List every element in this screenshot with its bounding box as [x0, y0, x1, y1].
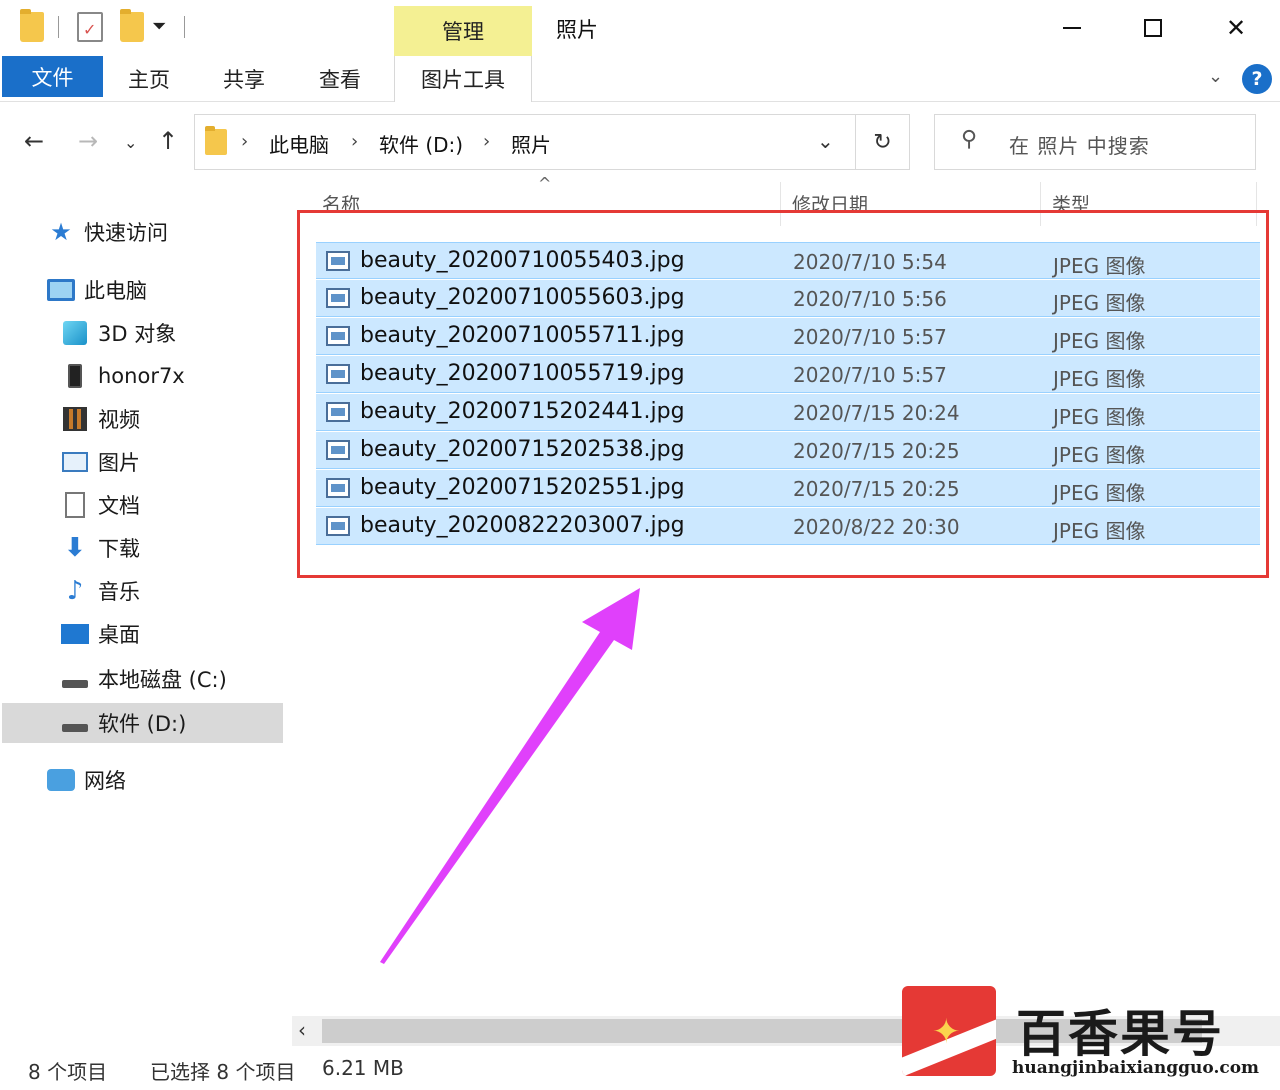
close-button[interactable]: ✕	[1214, 8, 1258, 48]
sidebar-item-honor7x[interactable]: honor7x	[60, 356, 185, 396]
computer-icon	[47, 279, 75, 301]
tab-file[interactable]: 文件	[2, 56, 103, 97]
up-arrow-icon[interactable]: ↑	[158, 127, 178, 155]
search-input[interactable]: 在 照片 中搜索	[1009, 130, 1150, 159]
sidebar-item-label: 视频	[98, 408, 140, 432]
video-icon	[63, 407, 87, 431]
quick-access-separator	[58, 16, 59, 38]
watermark-url: huangjinbaixiangguo.com	[1012, 1058, 1260, 1078]
folder-icon	[205, 126, 227, 155]
sidebar-item-label: 音乐	[98, 580, 140, 604]
sidebar-item-label: 文档	[98, 494, 140, 518]
manage-context-tab[interactable]: 管理	[394, 6, 532, 56]
navigation-bar: ← → ⌄ ↑ › 此电脑 › 软件 (D:) › 照片 ⌄ ↻ ⚲ 在 照片 …	[0, 103, 1280, 179]
sidebar-item-label: 3D 对象	[98, 322, 177, 346]
breadcrumb-separator: ›	[351, 131, 359, 152]
search-icon: ⚲	[961, 127, 978, 152]
sidebar-item-music[interactable]: ♪ 音乐	[60, 571, 140, 611]
sidebar-item-quick-access[interactable]: ★ 快速访问	[46, 212, 168, 252]
scroll-left-icon[interactable]: ‹	[298, 1018, 306, 1042]
highlight-box	[297, 210, 1269, 578]
drive-icon	[62, 724, 88, 732]
forward-arrow-icon[interactable]: →	[78, 127, 98, 155]
sidebar-item-label: 此电脑	[84, 279, 147, 303]
desktop-icon	[61, 624, 89, 644]
tab-view[interactable]: 查看	[319, 64, 361, 94]
annotation-arrow	[380, 588, 640, 964]
address-bar[interactable]: › 此电脑 › 软件 (D:) › 照片 ⌄	[194, 114, 856, 170]
refresh-button[interactable]: ↻	[856, 114, 910, 170]
watermark-title: 百香果号	[1016, 1004, 1224, 1063]
arrow-shape	[380, 588, 640, 964]
sidebar-item-label: 快速访问	[84, 221, 168, 245]
navigation-pane: ★ 快速访问 此电脑 3D 对象 honor7x 视频 图片 文档 ⬇ 下载 ♪…	[0, 180, 288, 1020]
refresh-icon: ↻	[873, 129, 892, 155]
minimize-button[interactable]	[1050, 8, 1094, 48]
tab-picture-tools[interactable]: 图片工具	[394, 56, 532, 102]
minimize-icon	[1063, 27, 1081, 29]
sparkle-icon: ✦	[932, 1012, 961, 1052]
sidebar-item-network[interactable]: 网络	[46, 760, 126, 800]
new-folder-icon[interactable]	[120, 9, 144, 42]
document-icon	[65, 492, 85, 518]
sidebar-item-3d-objects[interactable]: 3D 对象	[60, 313, 176, 353]
sidebar-item-drive-c[interactable]: 本地磁盘 (C:)	[60, 659, 227, 699]
title-bar: ✓ ⏷ 管理 照片 ✕	[0, 0, 1280, 56]
expand-ribbon-chevron-icon[interactable]: ⌄	[1208, 66, 1223, 87]
help-icon[interactable]: ?	[1242, 64, 1272, 94]
breadcrumb-separator: ›	[241, 131, 249, 152]
item-count: 8 个项目	[28, 1060, 108, 1084]
recent-locations-chevron-icon[interactable]: ⌄	[124, 133, 137, 152]
drive-icon	[62, 680, 88, 688]
watermark-logo: ✦	[902, 986, 996, 1076]
properties-icon[interactable]: ✓	[77, 12, 103, 42]
breadcrumb-photos[interactable]: 照片	[511, 129, 551, 158]
sidebar-item-label: 本地磁盘 (C:)	[98, 668, 227, 692]
sidebar-item-downloads[interactable]: ⬇ 下载	[60, 528, 140, 568]
breadcrumb-this-pc[interactable]: 此电脑	[269, 129, 329, 158]
selected-size: 6.21 MB	[322, 1056, 404, 1080]
sidebar-item-this-pc[interactable]: 此电脑	[46, 270, 147, 310]
breadcrumb-drive-d[interactable]: 软件 (D:)	[379, 129, 463, 158]
sidebar-item-documents[interactable]: 文档	[60, 485, 140, 525]
folder-icon[interactable]	[20, 9, 44, 42]
ribbon-tabs: 文件 主页 共享 查看 图片工具 ⌄	[0, 56, 1280, 102]
sidebar-item-label: 桌面	[98, 623, 140, 647]
tab-home[interactable]: 主页	[128, 64, 170, 94]
sidebar-item-label: honor7x	[98, 364, 185, 388]
breadcrumb-separator: ›	[483, 131, 491, 152]
search-box[interactable]: ⚲ 在 照片 中搜索	[934, 114, 1256, 170]
maximize-icon	[1144, 19, 1162, 37]
sidebar-item-label: 图片	[98, 451, 140, 475]
quick-access-separator	[184, 16, 185, 38]
star-icon: ★	[50, 218, 72, 246]
quick-access-dropdown-icon[interactable]: ⏷	[152, 16, 166, 37]
sidebar-item-drive-d[interactable]: 软件 (D:)	[2, 703, 283, 743]
address-history-chevron-icon[interactable]: ⌄	[817, 129, 834, 153]
sidebar-item-label: 网络	[84, 769, 126, 793]
sidebar-item-desktop[interactable]: 桌面	[60, 614, 140, 654]
maximize-button[interactable]	[1131, 8, 1175, 48]
network-icon	[47, 769, 75, 791]
sort-ascending-icon: ^	[538, 174, 552, 193]
tab-share[interactable]: 共享	[223, 64, 265, 94]
sidebar-item-label: 下载	[98, 537, 140, 561]
back-arrow-icon[interactable]: ←	[24, 127, 44, 155]
download-icon: ⬇	[64, 533, 86, 563]
sidebar-item-label: 软件 (D:)	[98, 712, 187, 736]
sidebar-item-pictures[interactable]: 图片	[60, 442, 140, 482]
pictures-icon	[62, 452, 88, 472]
sidebar-item-videos[interactable]: 视频	[60, 399, 140, 439]
cube-icon	[63, 321, 87, 345]
music-icon: ♪	[66, 576, 84, 606]
selected-count: 已选择 8 个项目	[150, 1060, 296, 1084]
phone-icon	[68, 364, 82, 388]
window-title: 照片	[556, 18, 598, 42]
